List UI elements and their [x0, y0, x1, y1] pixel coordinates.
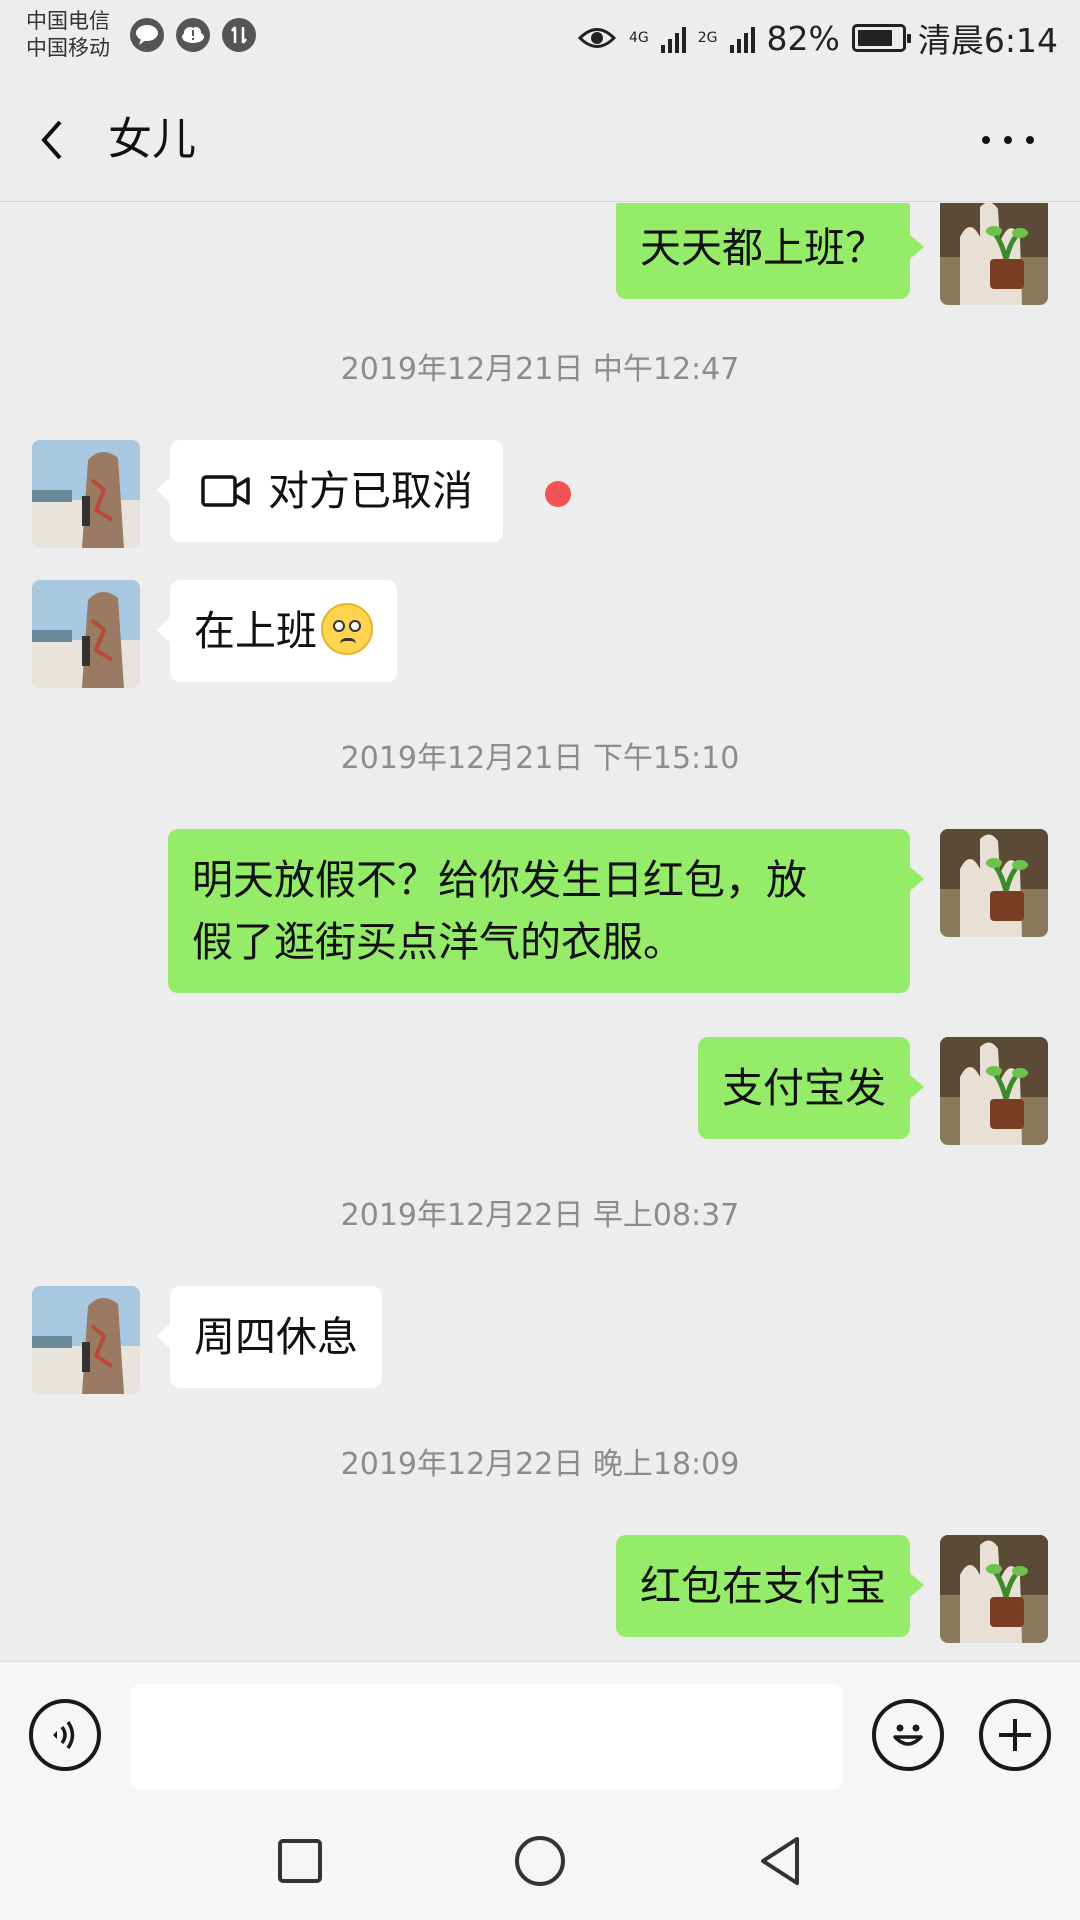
- incoming-message-bubble[interactable]: 在上班: [156, 580, 397, 682]
- incoming-call-bubble[interactable]: 对方已取消: [156, 440, 503, 542]
- contact-avatar[interactable]: [32, 1286, 140, 1394]
- emoji-icon: [893, 1724, 923, 1746]
- recents-icon: [278, 1839, 322, 1883]
- network-2g: 2G: [697, 30, 718, 46]
- chat-header: 女儿: [0, 78, 1080, 202]
- outgoing-message-bubble[interactable]: 支付宝发: [698, 1037, 924, 1139]
- carrier-2: 中国移动: [26, 36, 110, 60]
- back-nav-button[interactable]: [748, 1829, 812, 1893]
- message-input[interactable]: [131, 1684, 843, 1790]
- pleading-face-emoji-icon: [321, 603, 373, 655]
- dot: [1026, 136, 1034, 144]
- status-right: 4G 2G 82% 清晨6:14: [577, 12, 1058, 64]
- video-call-icon: [201, 475, 250, 507]
- status-time: 清晨6:14: [917, 21, 1058, 60]
- message-timestamp: 2019年12月21日 下午15:10: [340, 741, 740, 776]
- message-line-1: 明天放假不？给你发生日红包，放: [192, 856, 807, 904]
- incoming-message-bubble[interactable]: 周四休息: [156, 1286, 382, 1388]
- contact-avatar[interactable]: [32, 440, 140, 548]
- message-notification-icon: [130, 18, 164, 52]
- back-icon: [761, 1837, 799, 1885]
- data-transfer-icon: [222, 18, 256, 52]
- message-text: 在上班: [194, 607, 317, 655]
- battery-percent: 82%: [766, 18, 840, 58]
- home-button[interactable]: [508, 1829, 572, 1893]
- signal-4g-icon: [660, 23, 686, 53]
- call-status-text: 对方已取消: [268, 467, 473, 515]
- my-avatar[interactable]: [940, 829, 1048, 937]
- voice-icon: [53, 1721, 75, 1749]
- back-button[interactable]: [30, 108, 90, 172]
- dot: [1004, 136, 1012, 144]
- contact-avatar[interactable]: [32, 580, 140, 688]
- recents-button[interactable]: [268, 1829, 332, 1893]
- emoji-button[interactable]: [872, 1699, 944, 1771]
- message-timestamp: 2019年12月21日 中午12:47: [340, 352, 740, 387]
- more-functions-button[interactable]: [979, 1699, 1051, 1771]
- battery-icon: [851, 24, 911, 52]
- notification-icons: [130, 18, 256, 52]
- status-bar: 中国电信 中国移动 4G 2G 82% 清晨6:14: [0, 0, 1080, 78]
- message-line-2: 假了逛街买点洋气的衣服。: [192, 918, 684, 966]
- system-nav-bar: [0, 1801, 1080, 1920]
- cloud-alert-icon: [176, 18, 210, 52]
- battery-fill: [857, 30, 893, 46]
- chat-title: 女儿: [108, 114, 196, 165]
- message-timestamp: 2019年12月22日 晚上18:09: [340, 1447, 740, 1482]
- outgoing-message-bubble[interactable]: 天天都上班？: [616, 203, 924, 299]
- outgoing-message-bubble[interactable]: 明天放假不？给你发生日红包，放 假了逛街买点洋气的衣服。: [168, 829, 924, 993]
- signal-2g-icon: [729, 23, 755, 53]
- plus-icon: [999, 1719, 1031, 1751]
- my-avatar[interactable]: [940, 1037, 1048, 1145]
- dot: [982, 136, 990, 144]
- carrier-info: 中国电信 中国移动: [26, 8, 110, 62]
- network-4g: 4G: [629, 30, 649, 46]
- my-avatar[interactable]: [940, 203, 1048, 305]
- message-list[interactable]: 天天都上班？ 2019年12月21日 中午12:47 对方已取消 在上班 201…: [0, 203, 1080, 1661]
- chat-input-bar: [0, 1661, 1080, 1801]
- unread-dot: [545, 481, 571, 507]
- outgoing-message-bubble[interactable]: 红包在支付宝: [616, 1535, 924, 1637]
- home-icon: [515, 1836, 565, 1886]
- chevron-left-icon: [41, 120, 62, 160]
- message-timestamp: 2019年12月22日 早上08:37: [340, 1198, 740, 1233]
- carrier-1: 中国电信: [26, 9, 110, 33]
- more-options-button[interactable]: [970, 108, 1046, 172]
- eye-comfort-icon: [577, 28, 617, 48]
- voice-input-button[interactable]: [29, 1699, 101, 1771]
- my-avatar[interactable]: [940, 1535, 1048, 1643]
